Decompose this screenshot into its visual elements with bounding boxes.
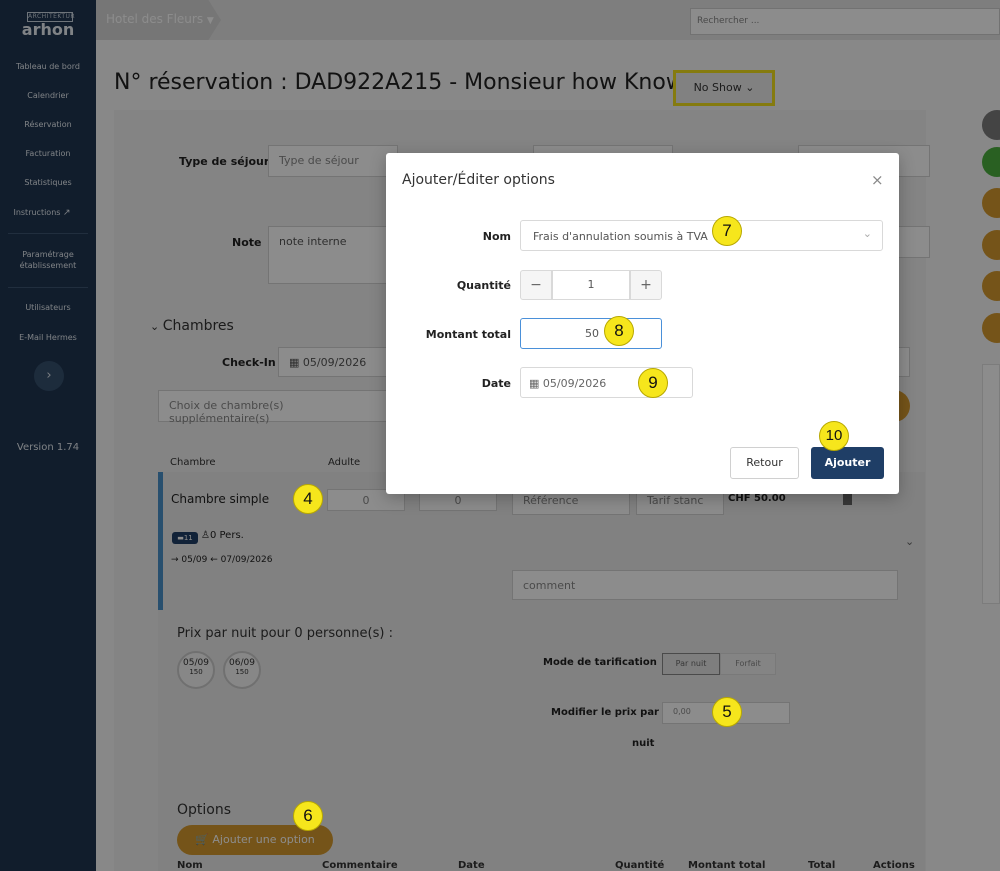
nom-select[interactable]: Frais d'annulation soumis à TVA ⌄: [520, 220, 883, 251]
callout-4: 4: [293, 484, 323, 514]
callout-5: 5: [712, 697, 742, 727]
callout-7: 7: [712, 216, 742, 246]
close-icon[interactable]: ×: [871, 171, 884, 189]
date-label: Date: [481, 377, 511, 390]
quantite-input[interactable]: 1: [552, 270, 630, 300]
modal-title: Ajouter/Éditer options: [402, 172, 555, 188]
calendar-icon: ▦: [529, 377, 543, 390]
montant-input[interactable]: 50: [520, 318, 662, 349]
chevron-down-icon: ⌄: [862, 227, 872, 240]
callout-9: 9: [638, 368, 668, 398]
date-value: 05/09/2026: [542, 377, 607, 390]
minus-button[interactable]: −: [520, 270, 552, 300]
plus-button[interactable]: +: [630, 270, 662, 300]
callout-8: 8: [604, 316, 634, 346]
callout-10: 10: [819, 421, 849, 451]
ajouter-button[interactable]: Ajouter: [811, 447, 884, 479]
montant-label: Montant total: [425, 328, 511, 341]
retour-button[interactable]: Retour: [730, 447, 799, 479]
nom-label: Nom: [482, 230, 511, 243]
callout-6: 6: [293, 801, 323, 831]
nom-value: Frais d'annulation soumis à TVA: [533, 230, 708, 243]
quantite-label: Quantité: [456, 279, 511, 292]
